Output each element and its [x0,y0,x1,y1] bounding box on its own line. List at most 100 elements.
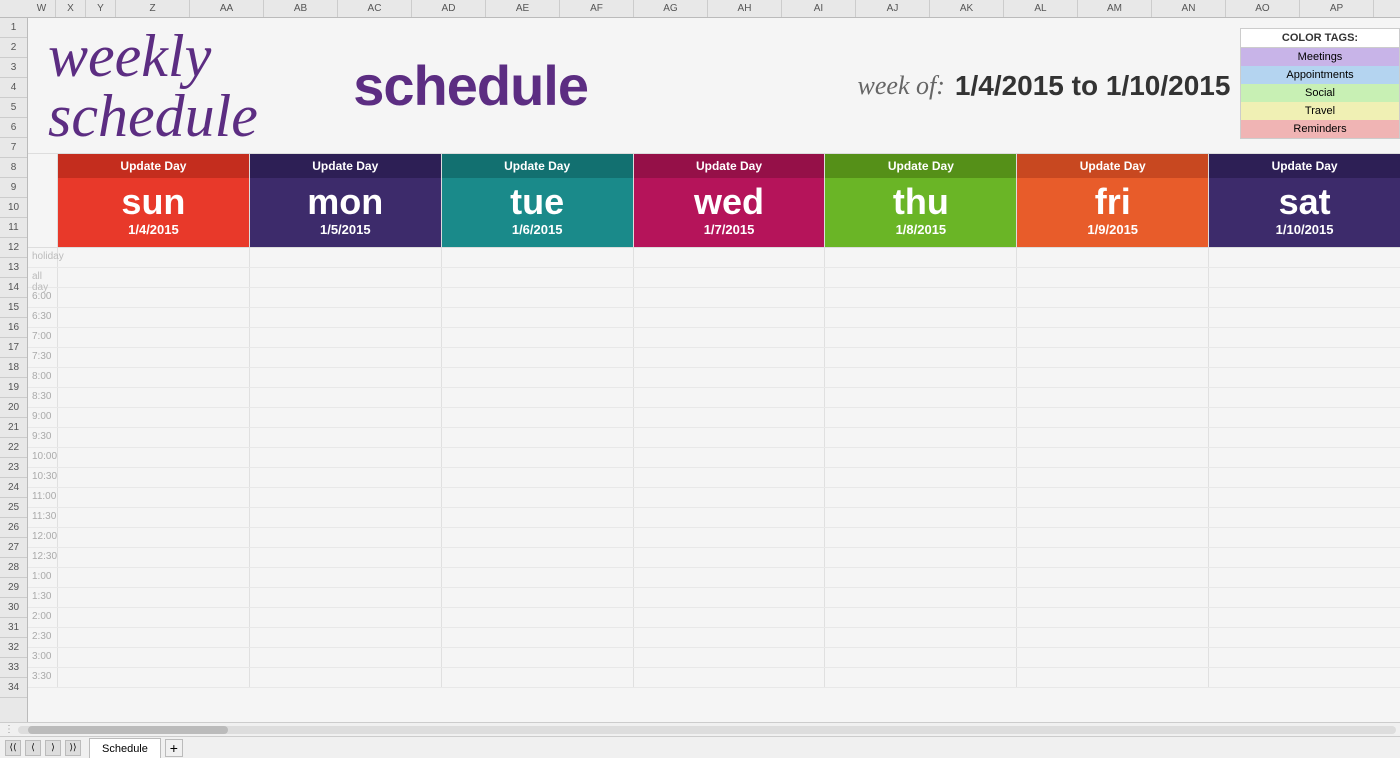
time-cell-thu-14[interactable] [825,528,1017,547]
time-cell-mon-14[interactable] [250,528,442,547]
time-cell-wed-17[interactable] [634,588,826,607]
time-cell-wed-18[interactable] [634,608,826,627]
time-cell-mon-4[interactable] [250,328,442,347]
time-cell-fri-0[interactable] [1017,248,1209,267]
time-cell-fri-21[interactable] [1017,668,1209,687]
time-cell-fri-10[interactable] [1017,448,1209,467]
time-cell-fri-17[interactable] [1017,588,1209,607]
update-day-button-sat[interactable]: Update Day [1209,154,1400,178]
time-cell-sat-21[interactable] [1209,668,1400,687]
time-cell-fri-11[interactable] [1017,468,1209,487]
time-cell-sat-5[interactable] [1209,348,1400,367]
time-cell-thu-11[interactable] [825,468,1017,487]
time-cell-fri-16[interactable] [1017,568,1209,587]
time-cell-sun-1[interactable] [58,268,250,287]
update-day-button-fri[interactable]: Update Day [1017,154,1208,178]
time-cell-mon-0[interactable] [250,248,442,267]
time-cell-tue-12[interactable] [442,488,634,507]
time-cell-mon-17[interactable] [250,588,442,607]
time-cell-wed-19[interactable] [634,628,826,647]
time-cell-fri-14[interactable] [1017,528,1209,547]
time-cell-wed-12[interactable] [634,488,826,507]
time-cell-wed-15[interactable] [634,548,826,567]
tab-navigation[interactable]: ⟨⟨ ⟨ ⟩ ⟩⟩ [5,740,81,756]
time-cell-tue-1[interactable] [442,268,634,287]
time-cell-fri-4[interactable] [1017,328,1209,347]
time-cell-tue-11[interactable] [442,468,634,487]
time-cell-wed-8[interactable] [634,408,826,427]
time-cell-sat-2[interactable] [1209,288,1400,307]
time-cell-sun-20[interactable] [58,648,250,667]
time-cell-sun-10[interactable] [58,448,250,467]
time-cell-mon-10[interactable] [250,448,442,467]
time-cell-tue-16[interactable] [442,568,634,587]
time-cell-fri-7[interactable] [1017,388,1209,407]
time-cell-wed-0[interactable] [634,248,826,267]
time-cell-sat-15[interactable] [1209,548,1400,567]
time-cell-tue-14[interactable] [442,528,634,547]
time-cell-sun-21[interactable] [58,668,250,687]
time-cell-thu-13[interactable] [825,508,1017,527]
time-cell-sun-16[interactable] [58,568,250,587]
time-cell-sat-16[interactable] [1209,568,1400,587]
add-sheet-button[interactable]: + [165,739,183,757]
time-cell-thu-18[interactable] [825,608,1017,627]
time-cell-sat-3[interactable] [1209,308,1400,327]
time-cell-mon-6[interactable] [250,368,442,387]
time-cell-mon-21[interactable] [250,668,442,687]
prev-sheet-btn[interactable]: ⟨ [25,740,41,756]
time-cell-sun-14[interactable] [58,528,250,547]
time-cell-mon-13[interactable] [250,508,442,527]
time-cell-wed-2[interactable] [634,288,826,307]
time-cell-wed-1[interactable] [634,268,826,287]
time-cell-fri-15[interactable] [1017,548,1209,567]
time-cell-mon-18[interactable] [250,608,442,627]
time-cell-sun-0[interactable] [58,248,250,267]
time-cell-thu-20[interactable] [825,648,1017,667]
time-cell-fri-8[interactable] [1017,408,1209,427]
time-cell-wed-6[interactable] [634,368,826,387]
time-cell-fri-1[interactable] [1017,268,1209,287]
time-cell-sun-15[interactable] [58,548,250,567]
time-cell-mon-9[interactable] [250,428,442,447]
time-cell-sun-13[interactable] [58,508,250,527]
time-cell-tue-15[interactable] [442,548,634,567]
time-cell-wed-10[interactable] [634,448,826,467]
time-cell-mon-19[interactable] [250,628,442,647]
time-cell-mon-5[interactable] [250,348,442,367]
time-cell-thu-19[interactable] [825,628,1017,647]
time-cell-thu-17[interactable] [825,588,1017,607]
horizontal-scrollbar[interactable]: ⋮ [0,722,1400,736]
time-cell-fri-18[interactable] [1017,608,1209,627]
time-cell-sat-18[interactable] [1209,608,1400,627]
time-cell-mon-2[interactable] [250,288,442,307]
time-cell-thu-21[interactable] [825,668,1017,687]
time-cell-wed-14[interactable] [634,528,826,547]
time-cell-tue-13[interactable] [442,508,634,527]
time-cell-tue-3[interactable] [442,308,634,327]
time-cell-thu-16[interactable] [825,568,1017,587]
time-cell-fri-5[interactable] [1017,348,1209,367]
time-cell-mon-16[interactable] [250,568,442,587]
time-cell-thu-2[interactable] [825,288,1017,307]
time-cell-fri-13[interactable] [1017,508,1209,527]
next-sheet-btn[interactable]: ⟩ [45,740,61,756]
time-cell-thu-1[interactable] [825,268,1017,287]
time-cell-sat-11[interactable] [1209,468,1400,487]
time-cell-thu-6[interactable] [825,368,1017,387]
time-cell-sat-1[interactable] [1209,268,1400,287]
time-cell-tue-7[interactable] [442,388,634,407]
time-cell-tue-5[interactable] [442,348,634,367]
time-cell-tue-10[interactable] [442,448,634,467]
time-cell-sun-3[interactable] [58,308,250,327]
time-cell-sat-13[interactable] [1209,508,1400,527]
time-cell-sat-17[interactable] [1209,588,1400,607]
time-cell-sat-9[interactable] [1209,428,1400,447]
time-cell-sun-6[interactable] [58,368,250,387]
time-cell-wed-9[interactable] [634,428,826,447]
update-day-button-mon[interactable]: Update Day [250,154,441,178]
time-cell-tue-20[interactable] [442,648,634,667]
time-cell-sun-2[interactable] [58,288,250,307]
time-cell-fri-2[interactable] [1017,288,1209,307]
time-cell-sat-14[interactable] [1209,528,1400,547]
